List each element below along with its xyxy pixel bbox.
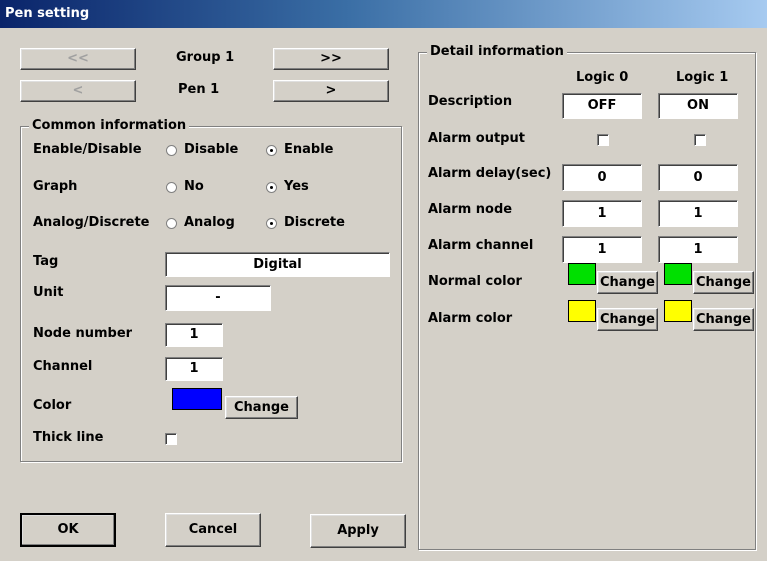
color-label: Color [33, 398, 72, 413]
alarm-color-logic-0-change-button[interactable]: Change [597, 308, 658, 331]
normal-color-logic-0-change-button[interactable]: Change [597, 271, 658, 294]
description-logic-1-input[interactable]: ON [658, 93, 738, 119]
enable-label: Enable/Disable [33, 142, 142, 157]
alarm-color-label: Alarm color [428, 311, 513, 326]
type-label: Analog/Discrete [33, 215, 150, 230]
normal-color-logic-1-change-button[interactable]: Change [693, 271, 754, 294]
alarm-node-logic-1-input[interactable]: 1 [658, 200, 738, 227]
pen-color-swatch[interactable] [172, 388, 222, 410]
alarm-color-logic-1-change-button[interactable]: Change [693, 308, 754, 331]
logic-0-header: Logic 0 [576, 70, 629, 85]
description-logic-0-input[interactable]: OFF [562, 93, 642, 119]
channel-label: Channel [33, 359, 93, 374]
alarm-output-label: Alarm output [428, 131, 525, 146]
alarm-channel-logic-0-input[interactable]: 1 [562, 236, 642, 263]
analog-option-label: Analog [184, 215, 235, 230]
common-info-legend: Common information [29, 118, 190, 133]
alarm-output-logic-0-checkbox[interactable] [597, 134, 609, 146]
cancel-button[interactable]: Cancel [165, 513, 261, 547]
group-label: Group 1 [176, 50, 235, 65]
ok-button[interactable]: OK [20, 513, 116, 547]
node-number-label: Node number [33, 326, 133, 341]
detail-info-legend: Detail information [427, 44, 567, 59]
alarm-channel-label: Alarm channel [428, 238, 534, 253]
node-number-input[interactable]: 1 [165, 323, 223, 347]
alarm-channel-logic-1-input[interactable]: 1 [658, 236, 738, 263]
logic-1-header: Logic 1 [676, 70, 729, 85]
normal-color-label: Normal color [428, 274, 522, 289]
pen-color-change-button[interactable]: Change [225, 396, 298, 419]
graph-no-label: No [184, 179, 204, 194]
next-pen-button[interactable]: > [273, 80, 389, 102]
window-title: Pen setting [5, 6, 90, 21]
tag-input[interactable]: Digital [165, 252, 390, 277]
alarm-node-label: Alarm node [428, 202, 513, 217]
graph-yes-radio[interactable] [266, 182, 277, 193]
enable-radio[interactable] [266, 145, 277, 156]
tag-label: Tag [33, 254, 59, 269]
unit-input[interactable]: - [165, 285, 271, 311]
description-label: Description [428, 94, 513, 109]
alarm-delay-label: Alarm delay(sec) [428, 166, 552, 181]
graph-yes-label: Yes [284, 179, 309, 194]
graph-label: Graph [33, 179, 78, 194]
alarm-delay-logic-1-input[interactable]: 0 [658, 164, 738, 191]
prev-pen-button[interactable]: < [20, 80, 136, 102]
disable-option-label: Disable [184, 142, 239, 157]
normal-color-logic-1-swatch[interactable] [664, 263, 692, 285]
discrete-radio[interactable] [266, 218, 277, 229]
prev-group-button[interactable]: << [20, 48, 136, 70]
next-group-button[interactable]: >> [273, 48, 389, 70]
dialog-body: << Group 1 >> < Pen 1 > Common informati… [0, 28, 767, 561]
unit-label: Unit [33, 285, 64, 300]
title-bar: Pen setting [0, 0, 767, 28]
alarm-output-logic-1-checkbox[interactable] [694, 134, 706, 146]
disable-radio[interactable] [166, 145, 177, 156]
graph-no-radio[interactable] [166, 182, 177, 193]
alarm-node-logic-0-input[interactable]: 1 [562, 200, 642, 227]
channel-input[interactable]: 1 [165, 357, 223, 381]
enable-option-label: Enable [284, 142, 334, 157]
analog-radio[interactable] [166, 218, 177, 229]
alarm-delay-logic-0-input[interactable]: 0 [562, 164, 642, 191]
thick-line-label: Thick line [33, 430, 104, 445]
alarm-color-logic-0-swatch[interactable] [568, 300, 596, 322]
alarm-color-logic-1-swatch[interactable] [664, 300, 692, 322]
thick-line-checkbox[interactable] [165, 433, 177, 445]
discrete-option-label: Discrete [284, 215, 345, 230]
apply-button[interactable]: Apply [310, 514, 406, 548]
pen-label: Pen 1 [178, 82, 220, 97]
normal-color-logic-0-swatch[interactable] [568, 263, 596, 285]
